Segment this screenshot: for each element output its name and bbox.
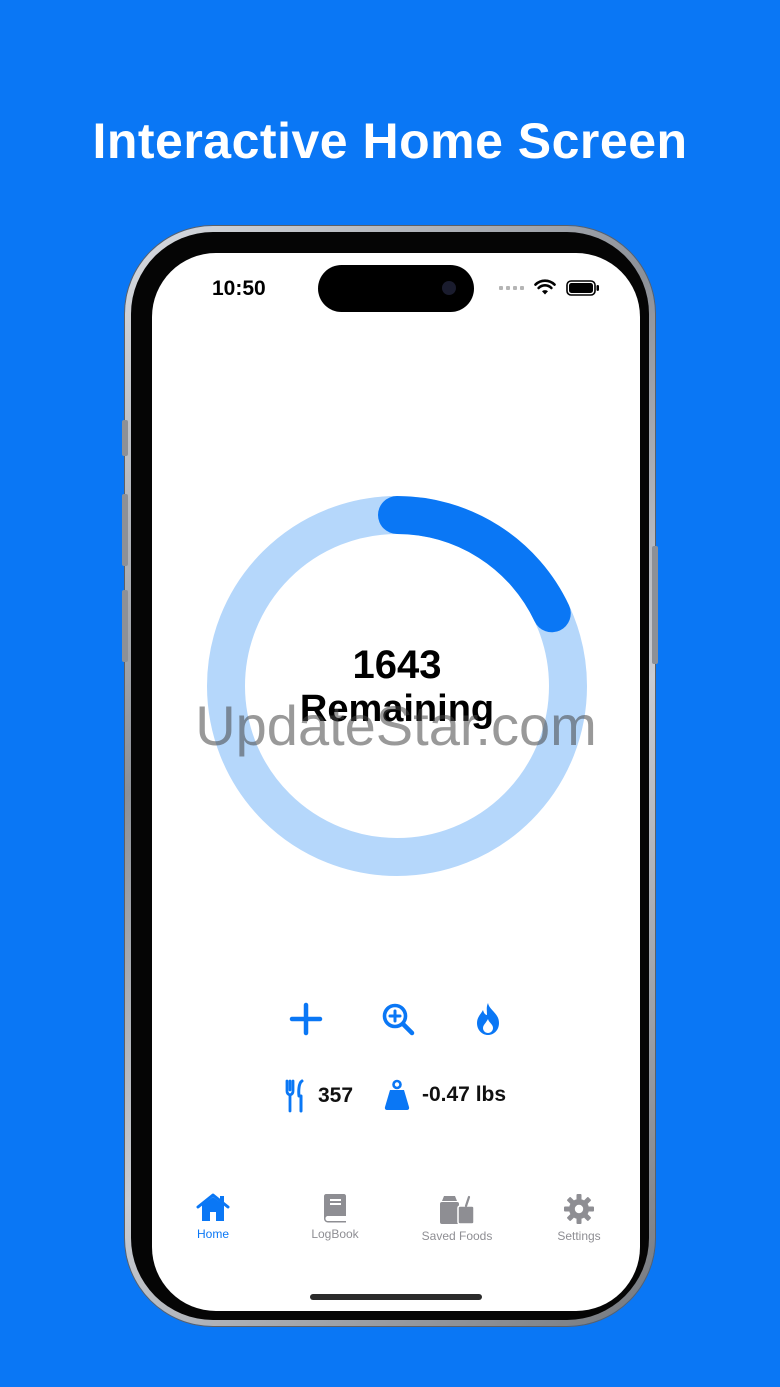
status-time: 10:50: [212, 277, 266, 300]
tab-home-label: Home: [196, 1227, 229, 1241]
quick-actions: [152, 997, 640, 1041]
phone-screen: 10:50 1643 Remaining UpdateStar.com 357 …: [152, 253, 640, 1311]
fork-knife-icon: [285, 1079, 304, 1113]
remaining-value: 1643: [352, 643, 442, 688]
tab-logbook[interactable]: LogBook: [274, 1193, 396, 1273]
home-indicator[interactable]: [310, 1294, 482, 1300]
battery-icon: [566, 279, 599, 296]
burn-calories-button[interactable]: [466, 997, 510, 1041]
calorie-ring: 1643 Remaining: [205, 494, 589, 878]
zoom-in-icon: [382, 1003, 415, 1036]
tab-saved-foods[interactable]: Saved Foods: [396, 1193, 518, 1273]
page-headline: Interactive Home Screen: [92, 113, 688, 169]
weight-icon: [384, 1079, 410, 1110]
tab-home[interactable]: Home: [152, 1193, 274, 1273]
wifi-icon: [534, 279, 556, 295]
daily-stats: 357 -0.47 lbs: [152, 1079, 640, 1119]
flame-icon: [477, 1003, 499, 1035]
volume-up-button: [122, 494, 128, 566]
phone-bezel: 10:50 1643 Remaining UpdateStar.com 357 …: [131, 232, 649, 1320]
tab-saved-foods-label: Saved Foods: [421, 1229, 493, 1243]
plus-icon: [289, 1002, 323, 1036]
tab-bar: Home LogBook Saved Foods Settings: [152, 1193, 640, 1273]
food-stat: 357: [284, 1079, 353, 1113]
tab-settings[interactable]: Settings: [518, 1193, 640, 1273]
add-entry-button[interactable]: [284, 997, 328, 1041]
dynamic-island: [318, 265, 474, 312]
search-food-button[interactable]: [376, 997, 420, 1041]
weight-stat-value: -0.47 lbs: [422, 1083, 507, 1106]
status-icons: [499, 279, 600, 296]
book-icon: [324, 1194, 346, 1223]
tab-logbook-label: LogBook: [311, 1227, 359, 1241]
phone-frame: 10:50 1643 Remaining UpdateStar.com 357 …: [122, 226, 658, 1326]
gear-icon: [564, 1194, 594, 1224]
cellular-signal-icon: [499, 285, 524, 290]
house-icon: [196, 1193, 230, 1221]
remaining-label: Remaining: [299, 688, 495, 731]
volume-down-button: [122, 590, 128, 662]
power-button: [652, 546, 658, 664]
tab-settings-label: Settings: [557, 1229, 601, 1243]
bag-icon: [440, 1195, 475, 1225]
weight-stat: -0.47 lbs: [382, 1079, 506, 1111]
food-stat-value: 357: [318, 1084, 354, 1107]
action-button: [122, 420, 128, 456]
camera-icon: [442, 281, 456, 295]
ring-center: 1643 Remaining: [205, 494, 589, 878]
